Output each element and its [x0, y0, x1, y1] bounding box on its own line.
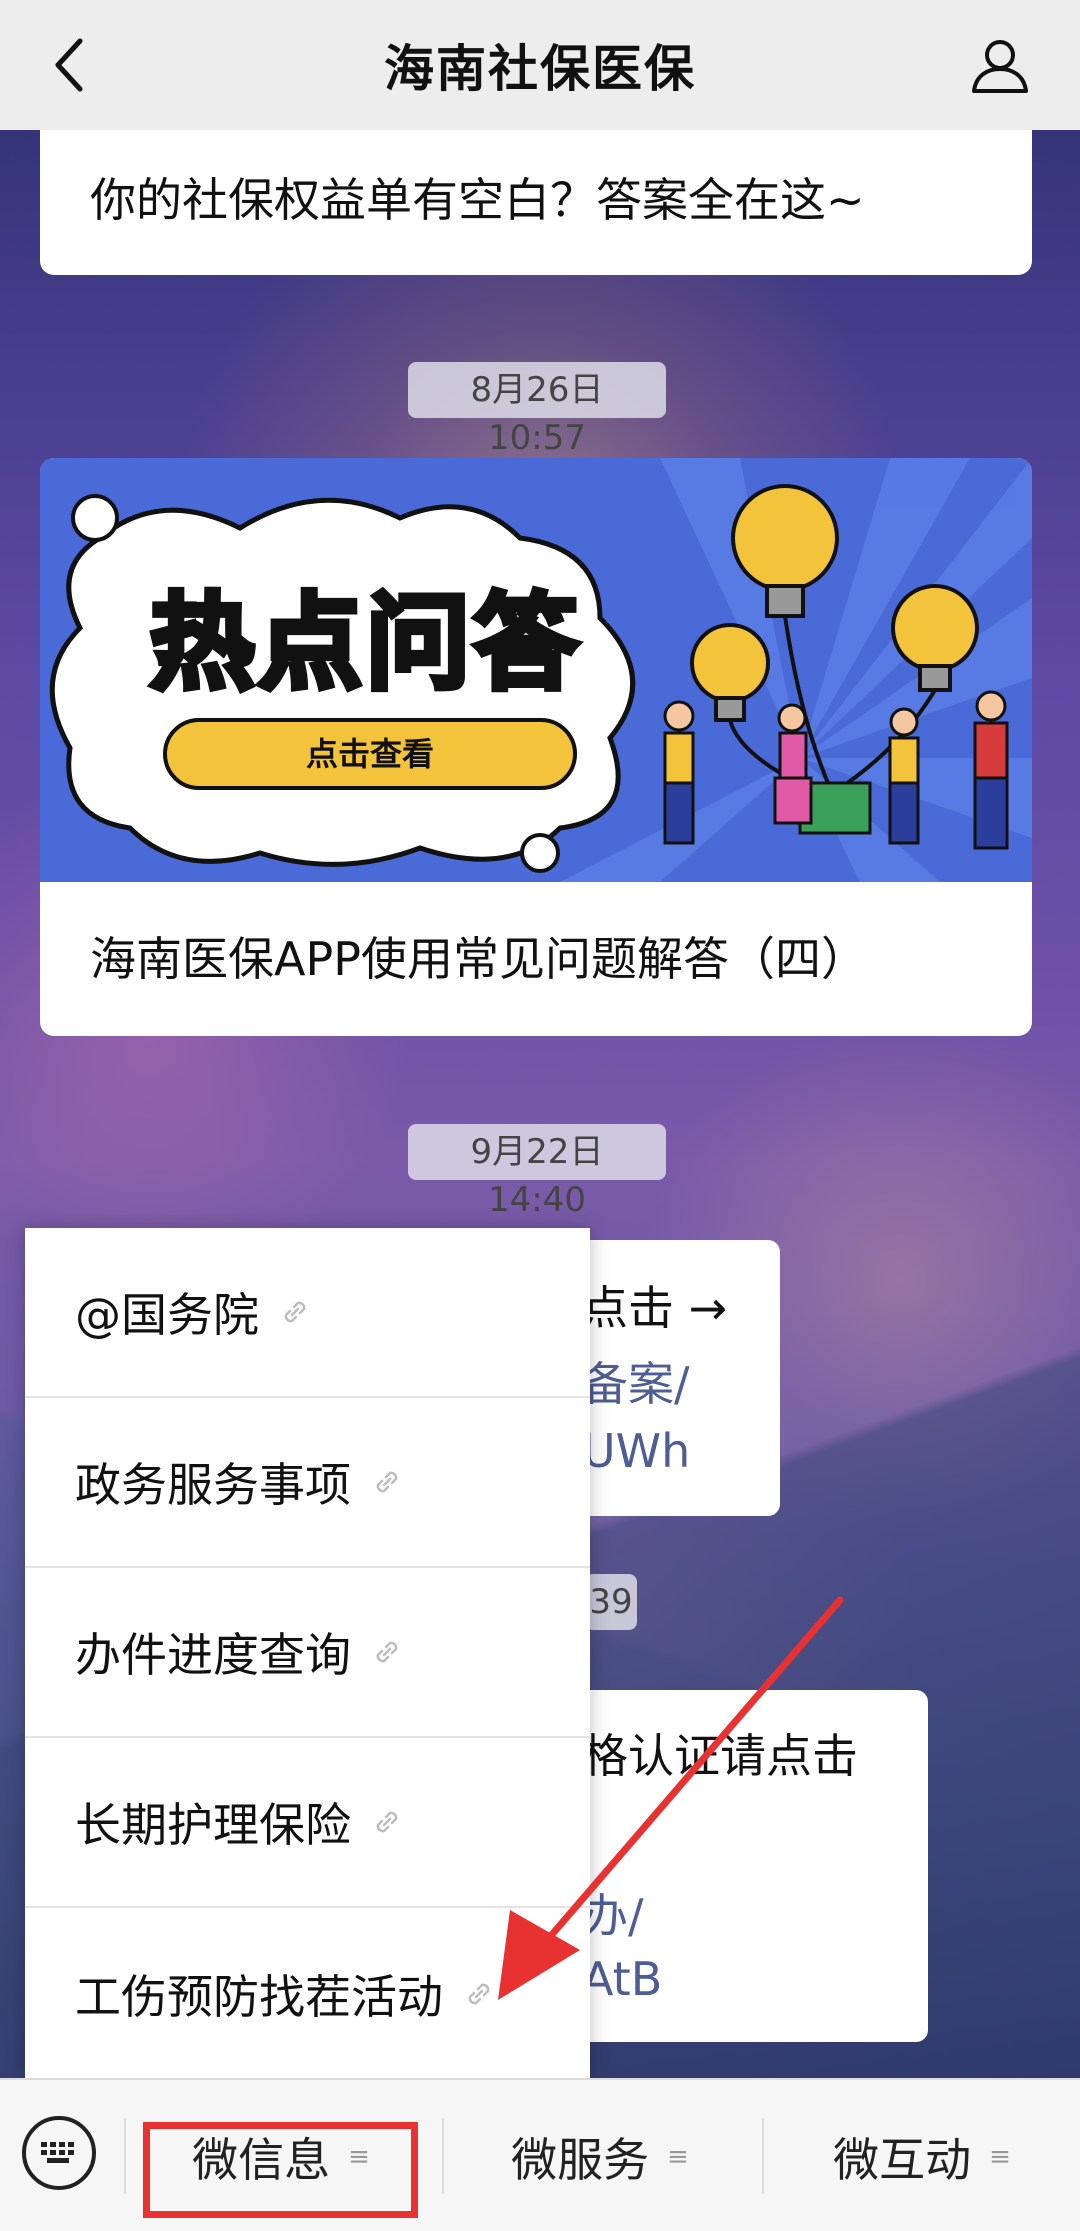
article-title: 海南医保APP使用常见问题解答（四） [90, 932, 867, 986]
message-text: 点击 → [582, 1281, 728, 1335]
link-icon [284, 1301, 306, 1323]
link-icon [376, 1641, 398, 1663]
message-bubble[interactable]: 格认证请点击 办/ AtB [560, 1690, 928, 2042]
link-icon [376, 1471, 398, 1493]
profile-button[interactable] [960, 25, 1040, 105]
message-link[interactable]: 办/ [582, 1880, 644, 1946]
article-title: 你的社保权益单有空白？答案全在这~ [90, 173, 865, 227]
article-card[interactable]: 热点问答 点击查看 海南医保APP使用常见问题解答（四） [40, 458, 1032, 1036]
tab-label: 微服务 [511, 2132, 650, 2187]
back-button[interactable] [30, 25, 110, 105]
page-title: 海南社保医保 [384, 40, 696, 98]
menu-item-long-term-care[interactable]: 长期护理保险 [25, 1738, 590, 1908]
banner-title: 热点问答 [147, 579, 583, 707]
menu-item-progress-query[interactable]: 办件进度查询 [25, 1568, 590, 1738]
article-card[interactable]: 你的社保权益单有空白？答案全在这~ [40, 130, 1032, 275]
keyboard-toggle-button[interactable] [22, 2116, 96, 2190]
menu-item-label: @国务院 [75, 1288, 259, 1342]
tab-micro-interaction[interactable]: 微互动 ≡ [764, 2080, 1080, 2231]
timestamp: 8月26日 10:57 [408, 362, 666, 458]
menu-item-label: 办件进度查询 [75, 1628, 351, 1682]
banner-button-label: 点击查看 [305, 735, 434, 773]
keyboard-icon [41, 2142, 74, 2163]
tab-label: 微互动 [833, 2132, 972, 2187]
timestamp: 9月22日 14:40 [408, 1124, 666, 1220]
menu-item-label: 长期护理保险 [75, 1798, 351, 1852]
menu-item-injury-prevention[interactable]: 工伤预防找茬活动 [25, 1908, 590, 2080]
annotation-highlight-box [143, 2122, 418, 2218]
chevron-left-icon [55, 38, 83, 92]
menu-item-label: 政务服务事项 [75, 1458, 351, 1512]
message-bubble[interactable]: 点击 → 备案/ UWh [560, 1240, 780, 1516]
top-bar: 海南社保医保 [0, 0, 1080, 130]
message-link[interactable]: AtB [582, 1952, 662, 2006]
message-link[interactable]: 备案/ [582, 1348, 690, 1414]
menu-lines-icon: ≡ [989, 2141, 1011, 2172]
tab-micro-service[interactable]: 微服务 ≡ [442, 2080, 758, 2231]
timestamp: 39 [585, 1574, 637, 1630]
link-icon [376, 1811, 398, 1833]
menu-lines-icon: ≡ [667, 2141, 689, 2172]
message-text: 格认证请点击 [582, 1729, 858, 1783]
menu-item-label: 工伤预防找茬活动 [75, 1970, 443, 2024]
menu-item-government-services[interactable]: 政务服务事项 [25, 1398, 590, 1568]
user-icon [972, 40, 1028, 93]
menu-item-state-council[interactable]: @国务院 [25, 1228, 590, 1398]
message-link[interactable]: UWh [582, 1424, 690, 1478]
article-banner-image: 热点问答 点击查看 [40, 458, 1032, 882]
submenu-popup: @国务院 政务服务事项 办件进度查询 长期护理保险 工伤预防找茬活动 [25, 1228, 590, 2078]
link-icon [468, 1983, 490, 2005]
